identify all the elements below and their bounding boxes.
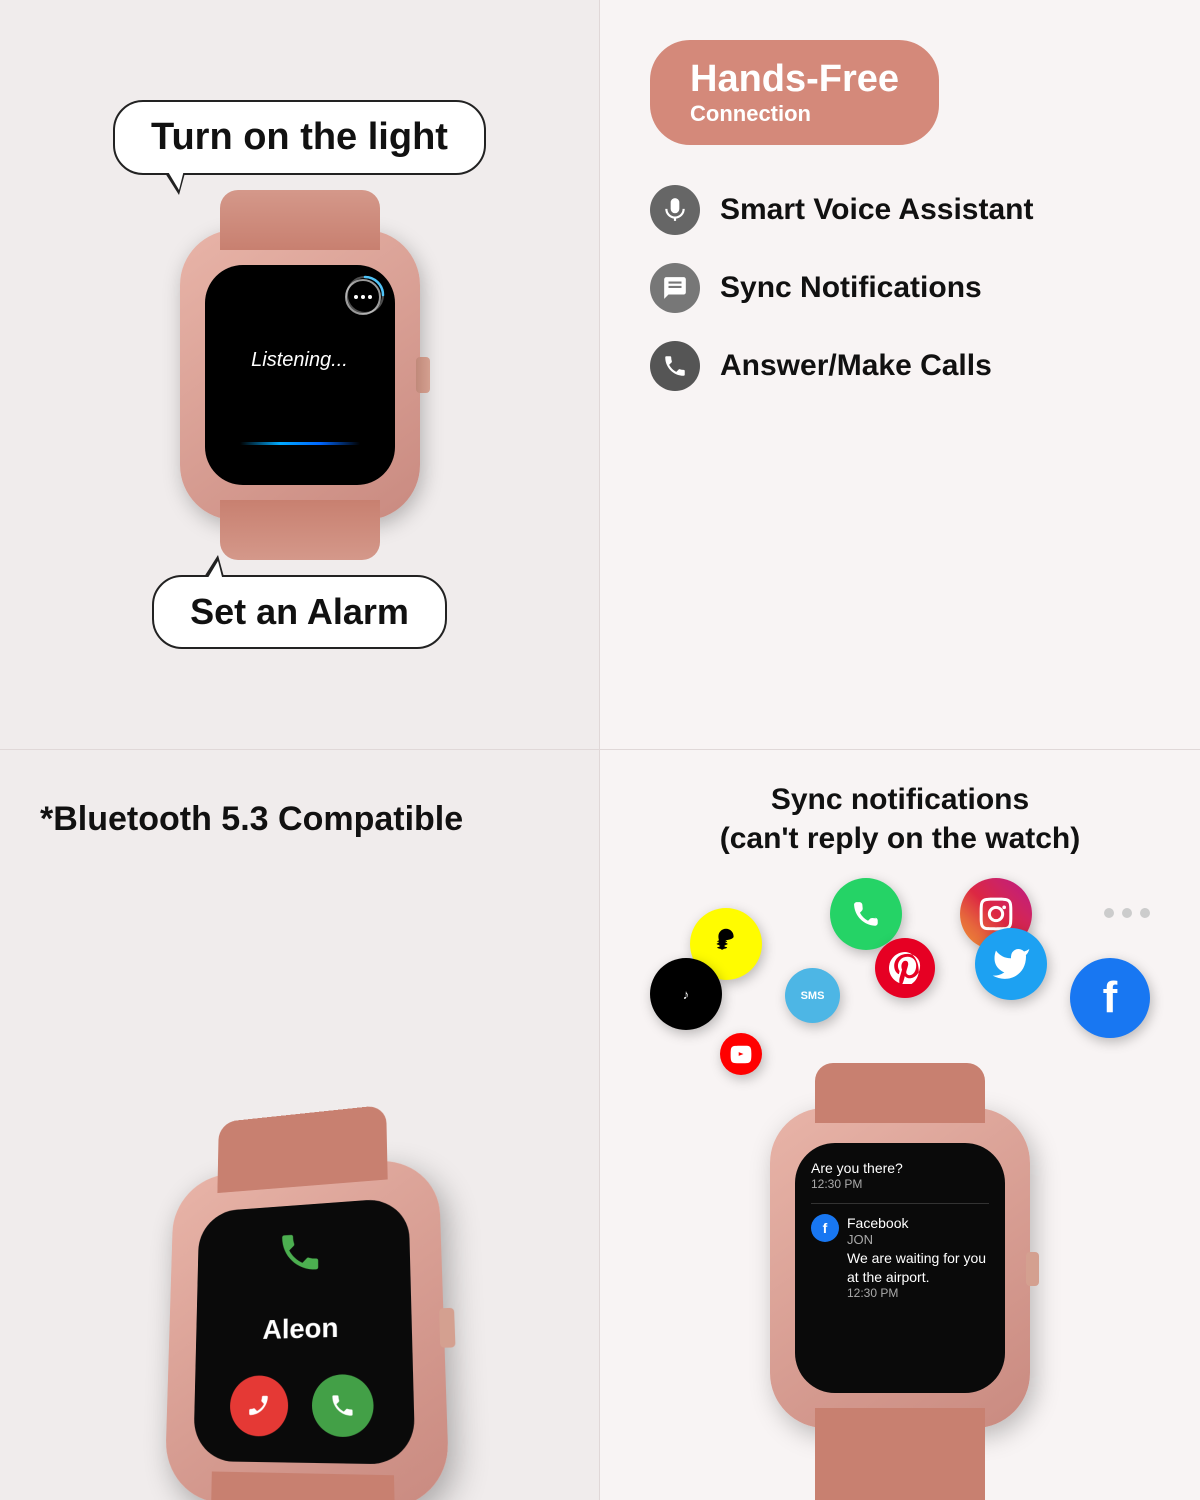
snapchat-svg xyxy=(707,925,745,963)
whatsapp-svg xyxy=(844,892,888,936)
watch-call-band-top xyxy=(217,1105,387,1193)
mic-svg xyxy=(662,197,688,223)
fb-app-icon: f xyxy=(811,1214,839,1242)
tiktok-icon: ♪ xyxy=(650,958,722,1030)
arc-indicator xyxy=(343,273,387,317)
notif-time-1: 12:30 PM xyxy=(811,1177,989,1191)
notif-fb-app-name: Facebook xyxy=(847,1214,989,1232)
tiktok-label: ♪ xyxy=(683,987,690,1002)
notification-2: f Facebook JON We are waiting for you at… xyxy=(811,1214,989,1300)
voice-command-bubble-top: Turn on the light xyxy=(113,100,486,175)
watch-notif-screen: Are you there? 12:30 PM f Facebook JON W… xyxy=(795,1143,1005,1393)
twitter-icon xyxy=(975,928,1047,1000)
youtube-svg xyxy=(730,1043,752,1065)
bluetooth-title: *Bluetooth 5.3 Compatible xyxy=(40,800,559,839)
dot-1 xyxy=(1104,908,1114,918)
voice-command-bubble-bottom: Set an Alarm xyxy=(152,575,447,649)
notif-fb-time: 12:30 PM xyxy=(847,1286,989,1300)
panel-hands-free: Hands-Free Connection Smart Voice Assist… xyxy=(600,0,1200,750)
watch-notif-body: Are you there? 12:30 PM f Facebook JON W… xyxy=(770,1108,1030,1428)
watch-voice: Listening... xyxy=(160,205,440,545)
feature-voice: Smart Voice Assistant xyxy=(650,185,1150,235)
hands-free-badge: Hands-Free Connection xyxy=(650,40,939,145)
notif-fb-sender: JON xyxy=(847,1232,989,1247)
watch-screen-voice: Listening... xyxy=(205,265,395,485)
watch-notif-container: Are you there? 12:30 PM f Facebook JON W… xyxy=(630,1108,1170,1428)
accept-icon xyxy=(329,1392,356,1419)
listening-text: Listening... xyxy=(251,349,348,372)
watch-call-band-bottom xyxy=(207,1471,398,1500)
watch-band-top-left xyxy=(220,190,380,250)
sync-title-line2: (can't reply on the watch) xyxy=(720,822,1081,855)
notif-fb-content: Facebook JON We are waiting for you at t… xyxy=(847,1214,989,1300)
call-icon xyxy=(650,341,700,391)
watch-call-screen: Aleon xyxy=(193,1197,415,1465)
hands-free-subtitle: Connection xyxy=(690,101,899,127)
dot-2 xyxy=(1122,908,1132,918)
hands-free-title: Hands-Free xyxy=(690,58,899,101)
voice-wave xyxy=(240,442,360,445)
panel-bluetooth: *Bluetooth 5.3 Compatible Aleon xyxy=(0,750,600,1500)
feature-sync-label: Sync Notifications xyxy=(720,271,982,305)
watch-call-body: Aleon xyxy=(164,1156,450,1500)
sms-icon: SMS xyxy=(785,968,840,1023)
panel-sync-notifications: Sync notifications (can't reply on the w… xyxy=(600,750,1200,1500)
notif-fb-msg: We are waiting for you at the airport. xyxy=(847,1249,989,1285)
feature-list: Smart Voice Assistant Sync Notifications… xyxy=(650,185,1150,391)
feature-sync: Sync Notifications xyxy=(650,263,1150,313)
pinterest-svg xyxy=(889,952,921,984)
sms-label: SMS xyxy=(801,990,825,1002)
feature-call: Answer/Make Calls xyxy=(650,341,1150,391)
watch-call-crown xyxy=(438,1308,455,1348)
notif-divider xyxy=(811,1203,989,1204)
phone-svg xyxy=(276,1227,324,1277)
watch-notif-band-bottom xyxy=(815,1408,985,1500)
notification-1: Are you there? 12:30 PM xyxy=(811,1159,989,1191)
notif-msg-1: Are you there? xyxy=(811,1159,989,1177)
watch-call-container: Aleon xyxy=(40,869,559,1500)
sync-title-line1: Sync notifications xyxy=(771,783,1029,816)
reject-icon xyxy=(246,1393,271,1419)
accept-call-button[interactable] xyxy=(311,1374,373,1437)
facebook-label: f xyxy=(1103,973,1118,1023)
twitter-svg xyxy=(991,944,1031,984)
feature-voice-label: Smart Voice Assistant xyxy=(720,193,1033,227)
main-grid: Turn on the light Lis xyxy=(0,0,1200,1500)
incoming-call-icon xyxy=(276,1227,324,1285)
whatsapp-icon xyxy=(830,878,902,950)
watch-band-bottom-left xyxy=(220,500,380,560)
watch-crown-left xyxy=(416,357,430,393)
watch-body-left: Listening... xyxy=(180,230,420,520)
caller-name: Aleon xyxy=(262,1312,338,1346)
call-svg xyxy=(662,353,688,379)
mic-icon xyxy=(650,185,700,235)
carousel-dots xyxy=(1104,908,1150,918)
msg-icon xyxy=(650,263,700,313)
dot-3 xyxy=(1140,908,1150,918)
watch-notif-band-top xyxy=(815,1063,985,1123)
feature-call-label: Answer/Make Calls xyxy=(720,349,992,383)
facebook-icon: f xyxy=(1070,958,1150,1038)
panel-voice-assistant: Turn on the light Lis xyxy=(0,0,600,750)
watch-notif-crown xyxy=(1026,1252,1039,1286)
call-buttons xyxy=(229,1374,373,1437)
youtube-icon xyxy=(720,1033,762,1075)
pinterest-icon xyxy=(875,938,935,998)
sync-title: Sync notifications (can't reply on the w… xyxy=(630,780,1170,858)
reject-call-button[interactable] xyxy=(229,1375,288,1436)
msg-svg xyxy=(662,275,688,301)
